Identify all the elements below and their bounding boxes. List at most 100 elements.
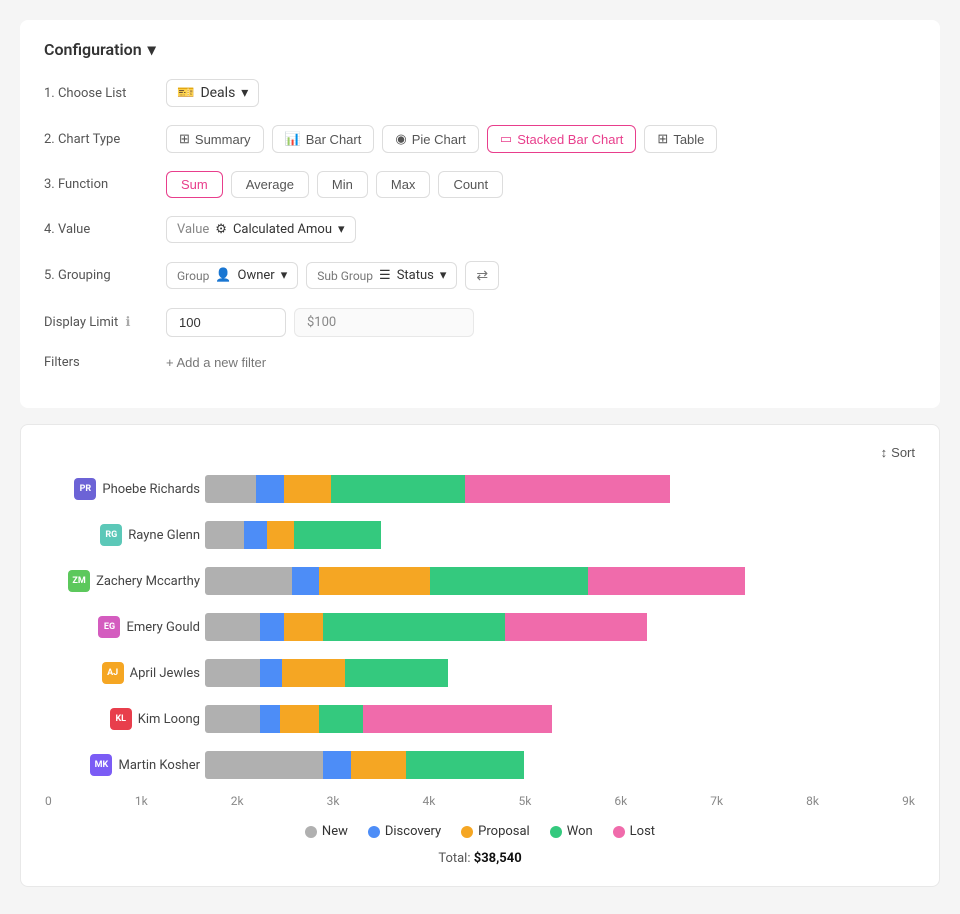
- bar-segment-won: [331, 475, 465, 503]
- chart-type-stacked[interactable]: ▭ Stacked Bar Chart: [487, 125, 637, 153]
- person-name: April Jewles: [130, 666, 200, 681]
- legend-dot: [368, 826, 380, 838]
- display-limit-label: Display Limit ℹ: [44, 315, 154, 330]
- chart-type-bar[interactable]: 📊 Bar Chart: [272, 125, 375, 153]
- subgroup-value: Status: [397, 268, 434, 283]
- x-axis-label: 4k: [423, 794, 436, 808]
- bar-segment-won: [323, 613, 504, 641]
- table-label: Table: [673, 132, 704, 147]
- bar-segment-new: [205, 475, 256, 503]
- legend-label: Discovery: [385, 824, 441, 839]
- chart-type-summary[interactable]: ⊞ Summary: [166, 125, 264, 153]
- chart-type-controls: ⊞ Summary 📊 Bar Chart ◉ Pie Chart ▭ Stac…: [166, 125, 717, 153]
- person-name: Emery Gould: [126, 620, 200, 635]
- person-name: Zachery Mccarthy: [96, 574, 200, 589]
- chevron-down-icon: ▾: [338, 222, 345, 237]
- bar-segment-new: [205, 705, 260, 733]
- bar-segment-discovery: [323, 751, 351, 779]
- bar-row: ZMZachery Mccarthy: [205, 564, 915, 598]
- value-row: 4. Value Value ⚙ Calculated Amou ▾: [44, 216, 916, 243]
- avatar: ZM: [68, 570, 90, 592]
- subgroup-prefix: Sub Group: [317, 269, 373, 283]
- chevron-down-icon: ▾: [241, 85, 248, 101]
- bar-segment-won: [345, 659, 448, 687]
- summary-icon: ⊞: [179, 131, 190, 147]
- legend-dot: [461, 826, 473, 838]
- bar-track: [205, 659, 915, 687]
- bar-segment-discovery: [260, 659, 282, 687]
- bar-label: RGRayne Glenn: [45, 524, 200, 546]
- calculated-icon: ⚙: [215, 222, 227, 237]
- func-average[interactable]: Average: [231, 171, 309, 198]
- bar-segment-proposal: [282, 659, 345, 687]
- bar-label: AJApril Jewles: [45, 662, 200, 684]
- chart-legend: NewDiscoveryProposalWonLost: [45, 824, 915, 839]
- person-name: Rayne Glenn: [128, 528, 200, 543]
- group-field[interactable]: Group 👤 Owner ▾: [166, 262, 298, 289]
- bar-segment-new: [205, 659, 260, 687]
- total-value: $38,540: [474, 851, 522, 866]
- grouping-row: 5. Grouping Group 👤 Owner ▾ Sub Group ☰ …: [44, 261, 916, 290]
- chart-type-pie[interactable]: ◉ Pie Chart: [382, 125, 479, 153]
- swap-button[interactable]: ⇄: [465, 261, 499, 290]
- value-field[interactable]: Value ⚙ Calculated Amou ▾: [166, 216, 356, 243]
- subgroup-field[interactable]: Sub Group ☰ Status ▾: [306, 262, 457, 289]
- chevron-down-icon: ▾: [440, 268, 447, 283]
- bar-track: [205, 521, 915, 549]
- bar-row: MKMartin Kosher: [205, 748, 915, 782]
- avatar: MK: [90, 754, 112, 776]
- bar-segment-proposal: [284, 613, 323, 641]
- choose-list-select[interactable]: 🎫 Deals ▾: [166, 79, 259, 107]
- bar-segment-new: [205, 521, 244, 549]
- choose-list-row: 1. Choose List 🎫 Deals ▾: [44, 79, 916, 107]
- bar-label: MKMartin Kosher: [45, 754, 200, 776]
- chart-type-table[interactable]: ⊞ Table: [644, 125, 717, 153]
- display-limit-value: $100: [294, 308, 474, 337]
- avatar: KL: [110, 708, 132, 730]
- bar-row: RGRayne Glenn: [205, 518, 915, 552]
- grouping-label: 5. Grouping: [44, 268, 154, 283]
- value-prefix: Value: [177, 222, 209, 237]
- legend-item: Lost: [613, 824, 655, 839]
- func-min[interactable]: Min: [317, 171, 368, 198]
- person-name: Kim Loong: [138, 712, 200, 727]
- x-axis-label: 5k: [518, 794, 531, 808]
- bar-segment-discovery: [244, 521, 266, 549]
- bar-label: PRPhoebe Richards: [45, 478, 200, 500]
- display-limit-input[interactable]: [166, 308, 286, 337]
- sort-button[interactable]: ↕ Sort: [881, 445, 915, 460]
- legend-dot: [550, 826, 562, 838]
- chart-type-row: 2. Chart Type ⊞ Summary 📊 Bar Chart ◉ Pi…: [44, 125, 916, 153]
- func-sum[interactable]: Sum: [166, 171, 223, 198]
- chevron-down-icon: ▾: [281, 268, 288, 283]
- chart-container: PRPhoebe RichardsRGRayne GlennZMZachery …: [45, 472, 915, 782]
- x-axis-label: 1k: [135, 794, 148, 808]
- bar-segment-new: [205, 613, 260, 641]
- list-icon: ☰: [379, 268, 391, 283]
- bar-segment-won: [406, 751, 524, 779]
- group-prefix: Group: [177, 269, 209, 283]
- x-axis-label: 0: [45, 794, 52, 808]
- total-line: Total: $38,540: [45, 851, 915, 866]
- bar-track: [205, 705, 915, 733]
- stacked-bar-icon: ▭: [500, 131, 512, 147]
- func-max[interactable]: Max: [376, 171, 431, 198]
- bar-label: ZM Zachery Mccarthy: [45, 570, 200, 592]
- legend-item: Discovery: [368, 824, 441, 839]
- config-section: Configuration ▾ 1. Choose List 🎫 Deals ▾…: [20, 20, 940, 408]
- bar-row: PRPhoebe Richards: [205, 472, 915, 506]
- x-axis-label: 8k: [806, 794, 819, 808]
- config-title-text: Configuration: [44, 40, 142, 59]
- legend-dot: [613, 826, 625, 838]
- value-selected: Calculated Amou: [233, 222, 332, 237]
- bar-segment-won: [294, 521, 381, 549]
- bar-segment-proposal: [319, 567, 429, 595]
- bar-track: [205, 567, 915, 595]
- bar-track: [205, 613, 915, 641]
- bar-segment-lost: [505, 613, 647, 641]
- info-icon: ℹ: [125, 315, 130, 330]
- bar-label: EGEmery Gould: [45, 616, 200, 638]
- func-count[interactable]: Count: [438, 171, 503, 198]
- chart-type-label: 2. Chart Type: [44, 132, 154, 147]
- add-filter-button[interactable]: + Add a new filter: [166, 355, 266, 370]
